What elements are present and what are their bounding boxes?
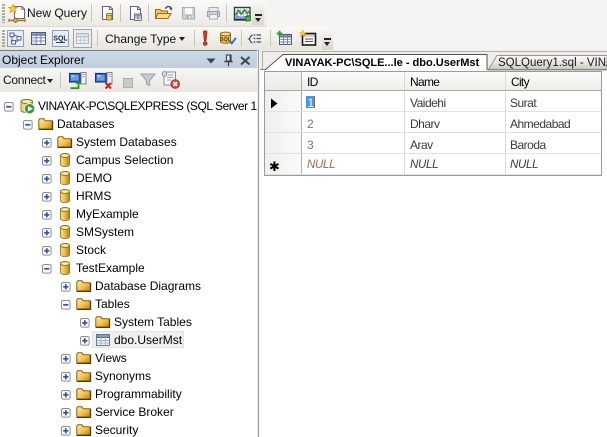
svg-text:SQLQuery1.sql - VINAY: SQLQuery1.sql - VINAY: [498, 57, 607, 69]
svg-text:SQL: SQL: [53, 36, 68, 43]
svg-text:VINAYAK-PC\SQLE...le - dbo.Use: VINAYAK-PC\SQLE...le - dbo.UserMst: [285, 57, 480, 69]
